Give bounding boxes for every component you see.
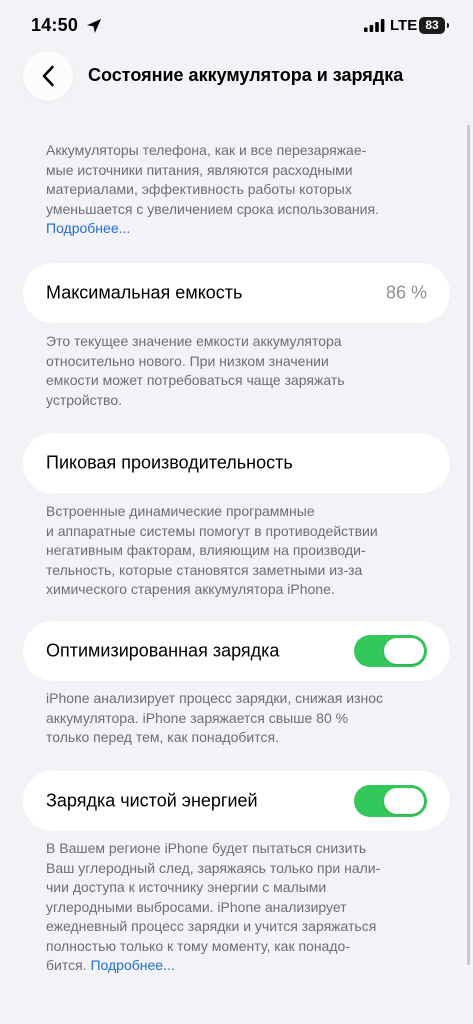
status-time: 14:50 [31,15,79,35]
max-capacity-value: 86 % [385,282,427,303]
note-line: химического старения аккумулятора iPhone… [46,581,335,597]
peak-performance-label: Пиковая производительность [46,452,293,473]
clean-energy-more-link[interactable]: Подробнее... [90,957,174,973]
note-line: относительно нового. При низком значении [46,352,329,369]
peak-performance-row[interactable]: Пиковая производительность [23,433,450,493]
peak-performance-note: Встроенные динамические программные и ап… [46,502,446,600]
note-line: негативным факторам, влияющим на произво… [46,542,366,558]
battery-tip [447,23,449,28]
intro-text: Аккумуляторы телефона, как и все перезар… [46,141,446,239]
cellular-signal-icon [364,19,385,32]
scrollbar[interactable] [467,125,470,965]
optimized-charging-row: Оптимизированная зарядка [23,621,450,681]
optimized-charging-toggle[interactable] [354,635,427,667]
battery-level: 83 [419,17,445,34]
intro-line: материалами, эффективность работы которы… [46,181,352,197]
toggle-knob [384,788,424,814]
note-line: аккумулятора. iPhone заряжается свыше 80… [46,709,349,726]
note-line: тельность, которые становятся заметными … [46,561,363,578]
max-capacity-row: Максимальная емкость 86 % [23,263,450,323]
intro-line: мые источники питания, являются расходны… [46,161,353,178]
note-line: полностью только к тому моменту, как пон… [46,937,350,954]
clean-energy-toggle[interactable] [354,785,427,817]
note-line: Ваш углеродный след, заряжаясь только пр… [46,859,381,876]
intro-line: уменьшается с увеличением срока использо… [46,200,379,217]
note-line: Это текущее значение емкости аккумулятор… [46,333,342,349]
max-capacity-label: Максимальная емкость [46,282,243,303]
clean-energy-label: Зарядка чистой энергией [46,790,258,811]
note-line: и аппаратные системы помогут в противоде… [46,522,378,539]
battery-icon: 83 [419,17,450,34]
back-button[interactable] [23,51,73,101]
intro-line: Аккумуляторы телефона, как и все перезар… [46,142,367,158]
optimized-charging-note: iPhone анализирует процесс зарядки, сниж… [46,689,446,748]
note-line-last: бится. Подробнее... [46,956,446,976]
note-line: емкости может потребоваться чаще заряжат… [46,372,345,388]
status-bar: 14:50 LTE 83 [0,0,473,52]
note-line: углеродными выбросами. iPhone анализируе… [46,898,347,915]
note-line: Встроенные динамические программные [46,503,315,519]
chevron-left-icon [42,65,54,87]
clean-energy-row: Зарядка чистой энергией [23,771,450,831]
location-arrow-icon [87,19,101,33]
toggle-knob [384,638,424,664]
note-line: устройство. [46,391,123,408]
note-line: ежедневный процесс зарядки и учится заря… [46,918,377,934]
note-last-text: бится. [46,957,87,973]
network-type: LTE [390,17,418,34]
optimized-charging-label: Оптимизированная зарядка [46,640,280,661]
note-line: В Вашем регионе iPhone будет пытаться сн… [46,840,367,856]
page-title: Состояние аккумулятора и зарядка [88,65,404,85]
clean-energy-note: В Вашем регионе iPhone будет пытаться сн… [46,839,446,976]
max-capacity-note: Это текущее значение емкости аккумулятор… [46,332,446,410]
intro-more-link[interactable]: Подробнее... [46,219,446,239]
note-line: iPhone анализирует процесс зарядки, сниж… [46,690,384,706]
note-line: только перед тем, как понадобится. [46,729,279,745]
note-line: чии доступа к источнику энергии с малыми [46,879,327,895]
